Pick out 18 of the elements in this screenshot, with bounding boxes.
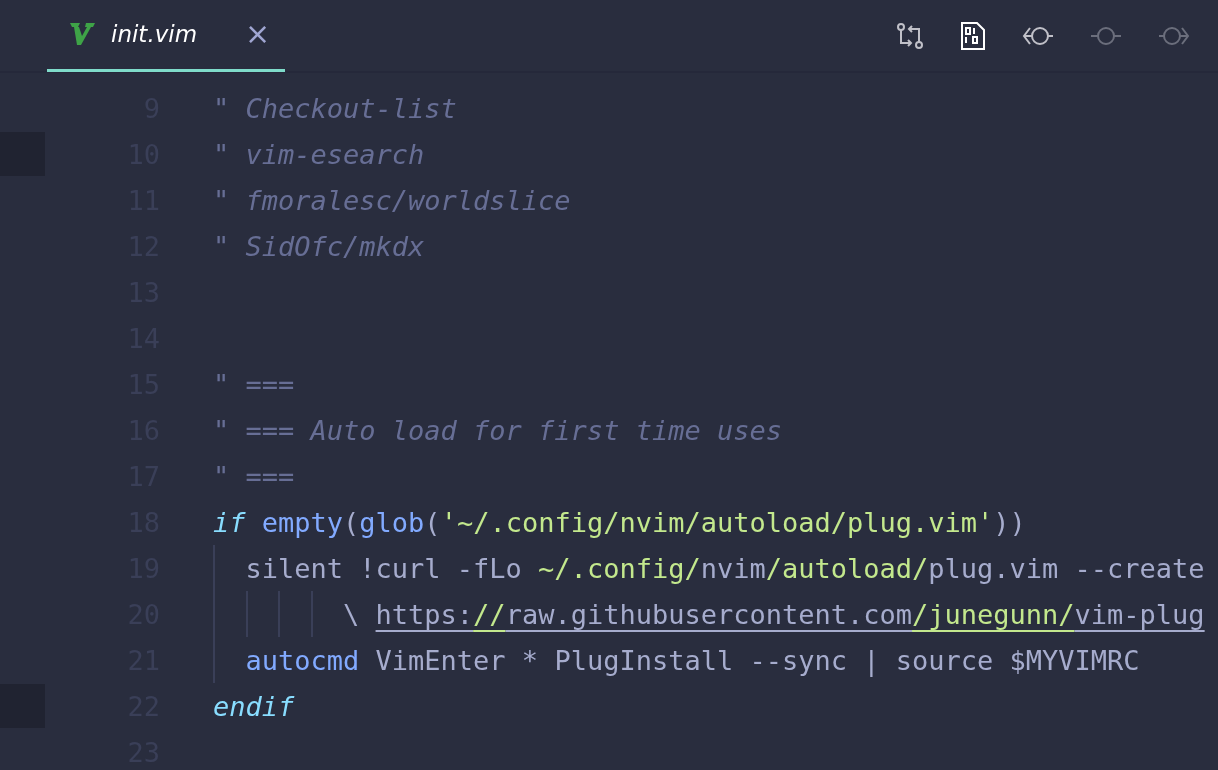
code-comment: " vim-esearch bbox=[213, 138, 425, 170]
compare-changes-icon[interactable] bbox=[896, 21, 924, 50]
code-comment: " === bbox=[213, 368, 295, 400]
code-line: silent !curl -fLo ~/.config/nvim/autoload/plug.vim --create bbox=[244, 552, 1205, 584]
file-tab[interactable]: init.vim × bbox=[47, 0, 285, 72]
close-icon[interactable]: × bbox=[245, 19, 271, 49]
previous-commit-icon[interactable] bbox=[1022, 25, 1054, 46]
code-line: \ https://raw.githubusercontent.com/junegunn/vim-plug bbox=[342, 598, 1205, 630]
binary-file-icon[interactable] bbox=[960, 21, 986, 50]
code-comment: " === bbox=[213, 460, 295, 492]
code-comment: " fmoralesc/worldslice bbox=[213, 184, 571, 216]
code-comment: " Checkout-list bbox=[213, 92, 457, 124]
code-line: if empty(glob('~/.config/nvim/autoload/plug.vim')) bbox=[213, 506, 1026, 538]
code-line: endif bbox=[213, 690, 295, 722]
code-comment: " SidOfc/mkdx bbox=[213, 230, 425, 262]
code-line: autocmd VimEnter * PlugInstall --sync | source $MYVIMRC bbox=[244, 644, 1140, 676]
vim-logo-icon bbox=[69, 22, 95, 46]
code-comment: " === Auto load for first time uses bbox=[213, 414, 782, 446]
